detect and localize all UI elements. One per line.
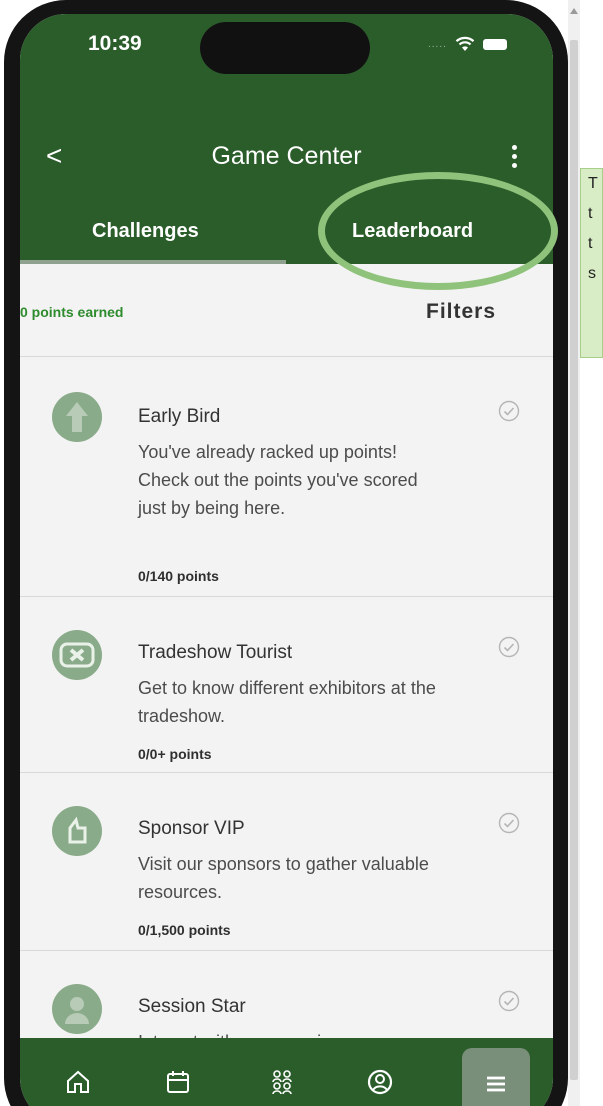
challenge-points: 0/1,500 points bbox=[138, 922, 231, 938]
profile-icon[interactable] bbox=[366, 1068, 394, 1096]
challenge-description: Get to know different exhibitors at the … bbox=[138, 678, 436, 726]
ticket-icon bbox=[52, 630, 102, 680]
active-tab-indicator bbox=[20, 260, 286, 264]
challenge-title: Session Star bbox=[138, 996, 246, 1017]
status-time: 10:39 bbox=[88, 32, 142, 55]
points-earned: 0 points earned bbox=[20, 304, 124, 320]
badge-icon bbox=[52, 806, 102, 856]
home-icon[interactable] bbox=[64, 1068, 92, 1096]
more-options-icon[interactable] bbox=[508, 142, 520, 174]
challenge-points: 0/0+ points bbox=[138, 746, 212, 762]
dynamic-island bbox=[200, 22, 370, 74]
challenge-item-session-star[interactable]: Session Star Interact with your sessions bbox=[20, 950, 553, 1052]
tooltip-line: t bbox=[588, 205, 593, 222]
menu-icon bbox=[487, 1076, 505, 1092]
battery-icon bbox=[482, 38, 507, 50]
calendar-icon[interactable] bbox=[164, 1068, 192, 1096]
tooltip-line: s bbox=[588, 265, 596, 282]
challenge-description: You've already racked up points! Check o… bbox=[138, 442, 418, 518]
filters-button[interactable]: Filters bbox=[426, 300, 496, 324]
tooltip-line: T bbox=[588, 175, 598, 192]
challenge-title: Sponsor VIP bbox=[138, 818, 245, 839]
challenge-item-early-bird[interactable]: Early Bird You've already racked up poin… bbox=[20, 356, 553, 596]
challenge-description: Visit our sponsors to gather valuable re… bbox=[138, 854, 429, 902]
star-person-icon bbox=[52, 984, 102, 1034]
bottom-navigation bbox=[20, 1038, 553, 1106]
challenge-title: Early Bird bbox=[138, 406, 221, 427]
annotation-highlight-ring bbox=[318, 172, 558, 290]
sunrise-icon bbox=[52, 392, 102, 442]
check-circle-icon bbox=[498, 990, 520, 1012]
annotation-tooltip: T t t s bbox=[580, 168, 603, 358]
status-icons: ..... bbox=[428, 36, 507, 52]
wifi-icon bbox=[455, 36, 475, 51]
scroll-up-arrow-icon[interactable] bbox=[570, 8, 578, 14]
signal-icon: ..... bbox=[428, 38, 447, 50]
challenge-title: Tradeshow Tourist bbox=[138, 642, 293, 663]
check-circle-icon bbox=[498, 636, 520, 658]
attendees-icon[interactable] bbox=[268, 1068, 296, 1096]
challenge-item-tradeshow-tourist[interactable]: Tradeshow Tourist Get to know different … bbox=[20, 596, 553, 772]
tab-challenges[interactable]: Challenges bbox=[92, 220, 199, 243]
page-title: Game Center bbox=[211, 142, 362, 170]
check-circle-icon bbox=[498, 812, 520, 834]
scrollbar-thumb[interactable] bbox=[570, 40, 578, 1080]
menu-button[interactable] bbox=[462, 1048, 530, 1106]
check-circle-icon bbox=[498, 400, 520, 422]
challenge-points: 0/140 points bbox=[138, 568, 219, 584]
challenge-item-sponsor-vip[interactable]: Sponsor VIP Visit our sponsors to gather… bbox=[20, 772, 553, 950]
phone-frame: 10:39 ..... < Game Center Challenges Lea… bbox=[0, 0, 568, 1106]
tooltip-line: t bbox=[588, 235, 593, 252]
